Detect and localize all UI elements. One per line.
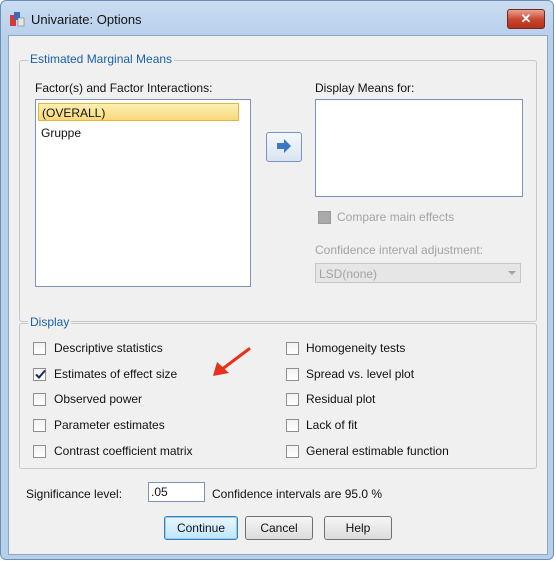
factors-label: Factor(s) and Factor Interactions: — [35, 81, 213, 95]
compare-main-effects-checkbox[interactable] — [318, 211, 331, 224]
descriptive-statistics-checkbox[interactable] — [33, 342, 46, 355]
effect-size-label: Estimates of effect size — [54, 367, 178, 381]
display-means-listbox[interactable] — [315, 99, 523, 197]
estimated-marginal-means-label: Estimated Marginal Means — [28, 52, 175, 66]
cancel-button[interactable]: Cancel — [245, 516, 313, 540]
continue-button[interactable]: Continue — [164, 516, 238, 540]
dialog-window: Univariate: Options ✕ Estimated Marginal… — [0, 0, 554, 560]
lack-of-fit-label: Lack of fit — [306, 418, 358, 432]
homogeneity-tests-label: Homogeneity tests — [306, 341, 406, 355]
confidence-intervals-text: Confidence intervals are 95.0 % — [212, 487, 383, 501]
annotation-arrow-icon — [213, 347, 251, 376]
dialog-body: Estimated Marginal Means Factor(s) and F… — [8, 35, 548, 555]
contrast-coefficient-matrix-label: Contrast coefficient matrix — [54, 444, 193, 458]
close-button[interactable]: ✕ — [507, 9, 545, 29]
compare-main-effects-label: Compare main effects — [337, 210, 455, 224]
homogeneity-tests-checkbox[interactable] — [286, 342, 299, 355]
observed-power-checkbox[interactable] — [33, 393, 46, 406]
title-bar[interactable]: Univariate: Options ✕ — [1, 1, 553, 35]
display-means-label: Display Means for: — [315, 81, 415, 95]
move-to-display-means-button[interactable] — [266, 132, 302, 162]
general-estimable-function-label: General estimable function — [306, 444, 449, 458]
window-title: Univariate: Options — [31, 12, 142, 27]
ci-adjustment-select[interactable]: LSD(none) — [315, 263, 521, 283]
display-group-label: Display — [28, 315, 72, 329]
close-icon: ✕ — [520, 11, 532, 26]
general-estimable-function-checkbox[interactable] — [286, 445, 299, 458]
ci-adjustment-label: Confidence interval adjustment: — [315, 243, 484, 257]
checkmark-icon — [35, 369, 46, 379]
parameter-estimates-checkbox[interactable] — [33, 419, 46, 432]
spss-app-icon — [10, 12, 25, 27]
parameter-estimates-label: Parameter estimates — [54, 418, 165, 432]
descriptive-statistics-label: Descriptive statistics — [54, 341, 163, 355]
factors-listbox[interactable]: (OVERALL) Gruppe — [35, 99, 251, 287]
residual-plot-label: Residual plot — [306, 392, 376, 406]
chevron-down-icon — [508, 271, 516, 275]
effect-size-checkbox[interactable] — [33, 368, 46, 381]
spread-vs-level-plot-label: Spread vs. level plot — [306, 367, 415, 381]
factor-item-overall[interactable]: (OVERALL) — [38, 103, 239, 121]
contrast-coefficient-matrix-checkbox[interactable] — [33, 445, 46, 458]
help-button[interactable]: Help — [324, 516, 392, 540]
significance-level-input[interactable] — [148, 482, 205, 502]
observed-power-label: Observed power — [54, 392, 143, 406]
spread-vs-level-plot-checkbox[interactable] — [286, 368, 299, 381]
ci-adjustment-value: LSD(none) — [319, 267, 378, 281]
factor-item-gruppe[interactable]: Gruppe — [38, 124, 81, 142]
lack-of-fit-checkbox[interactable] — [286, 419, 299, 432]
right-arrow-icon — [277, 139, 291, 153]
residual-plot-checkbox[interactable] — [286, 393, 299, 406]
significance-level-label: Significance level: — [26, 487, 123, 501]
